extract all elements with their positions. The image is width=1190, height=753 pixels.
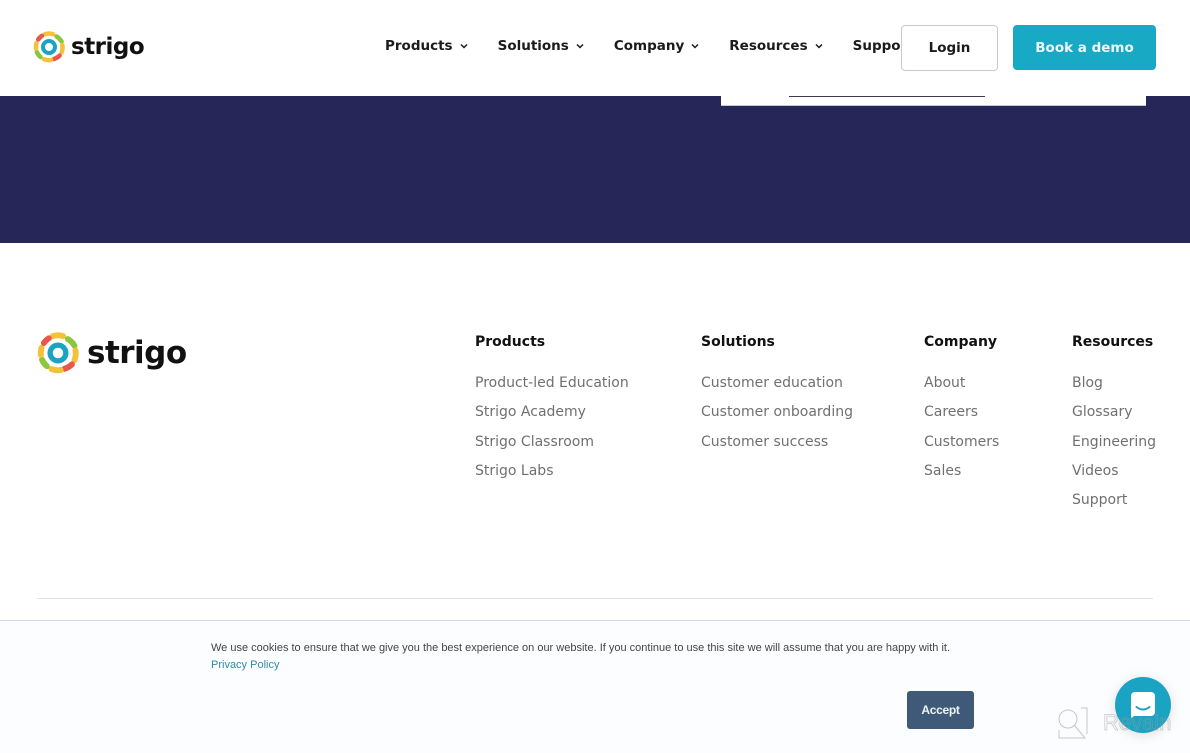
footer-link-product-led-education[interactable]: Product-led Education	[475, 369, 629, 398]
cookie-consent-bar: We use cookies to ensure that we give yo…	[0, 620, 1190, 753]
footer-column-title: Resources	[1072, 334, 1154, 350]
chevron-down-icon	[815, 43, 823, 49]
site-header: strigo Products Solutions Company Resour…	[0, 0, 1190, 96]
footer-link-about[interactable]: About	[924, 369, 999, 398]
nav-company-label: Company	[613, 38, 685, 54]
hero-card-edge	[721, 96, 1146, 105]
nav-solutions-label: Solutions	[497, 38, 569, 54]
footer-link-engineering[interactable]: Engineering	[1072, 428, 1156, 457]
logo-wordmark: strigo	[71, 34, 145, 60]
footer-link-support[interactable]: Support	[1072, 486, 1156, 515]
logo-wordmark: strigo	[87, 335, 187, 371]
footer-link-strigo-labs[interactable]: Strigo Labs	[475, 457, 629, 486]
footer-column-title: Company	[924, 334, 998, 350]
strigo-logo-icon	[33, 31, 65, 63]
footer-column-title: Solutions	[701, 334, 775, 350]
footer-link-customer-success[interactable]: Customer success	[701, 428, 853, 457]
footer-link-strigo-academy[interactable]: Strigo Academy	[475, 398, 629, 427]
footer-link-customer-education[interactable]: Customer education	[701, 369, 853, 398]
revain-logo-icon	[1058, 707, 1088, 739]
footer-column-resources: Resources Blog Glossary Engineering Vide…	[1072, 334, 1156, 515]
privacy-policy-link[interactable]: Privacy Policy	[211, 659, 279, 671]
footer-link-sales[interactable]: Sales	[924, 457, 999, 486]
login-button[interactable]: Login	[901, 25, 998, 71]
watermark-text: Revain	[1103, 710, 1172, 736]
nav-resources-label: Resources	[729, 38, 808, 54]
footer-link-strigo-classroom[interactable]: Strigo Classroom	[475, 428, 629, 457]
chevron-down-icon	[460, 43, 468, 49]
nav-products-label: Products	[385, 38, 453, 54]
chevron-down-icon	[691, 43, 699, 49]
accept-cookies-button[interactable]: Accept	[907, 691, 974, 729]
footer-link-customers[interactable]: Customers	[924, 428, 999, 457]
footer-column-solutions: Solutions Customer education Customer on…	[701, 334, 853, 457]
footer-link-glossary[interactable]: Glossary	[1072, 398, 1156, 427]
book-demo-button[interactable]: Book a demo	[1013, 25, 1156, 70]
strigo-logo[interactable]: strigo	[33, 31, 145, 63]
nav-company[interactable]: Company	[614, 38, 699, 54]
main-nav: Products Solutions Company Resources Sup…	[385, 38, 914, 54]
footer-column-products: Products Product-led Education Strigo Ac…	[475, 334, 629, 486]
nav-resources[interactable]: Resources	[729, 38, 823, 54]
chevron-down-icon	[576, 43, 584, 49]
cookie-message: We use cookies to ensure that we give yo…	[211, 642, 951, 654]
revain-watermark: Revain	[1055, 706, 1172, 740]
footer-column-title: Products	[475, 334, 546, 350]
footer-link-careers[interactable]: Careers	[924, 398, 999, 427]
footer-column-company: Company About Careers Customers Sales	[924, 334, 999, 486]
footer-link-blog[interactable]: Blog	[1072, 369, 1156, 398]
footer-strigo-logo[interactable]: strigo	[37, 332, 187, 374]
footer-link-videos[interactable]: Videos	[1072, 457, 1156, 486]
nav-products[interactable]: Products	[385, 38, 468, 54]
footer-link-customer-onboarding[interactable]: Customer onboarding	[701, 398, 853, 427]
hero-section	[0, 96, 1190, 243]
nav-solutions[interactable]: Solutions	[498, 38, 584, 54]
hero-card-divider	[789, 96, 985, 97]
footer-divider	[37, 598, 1153, 599]
strigo-logo-icon	[37, 332, 79, 374]
